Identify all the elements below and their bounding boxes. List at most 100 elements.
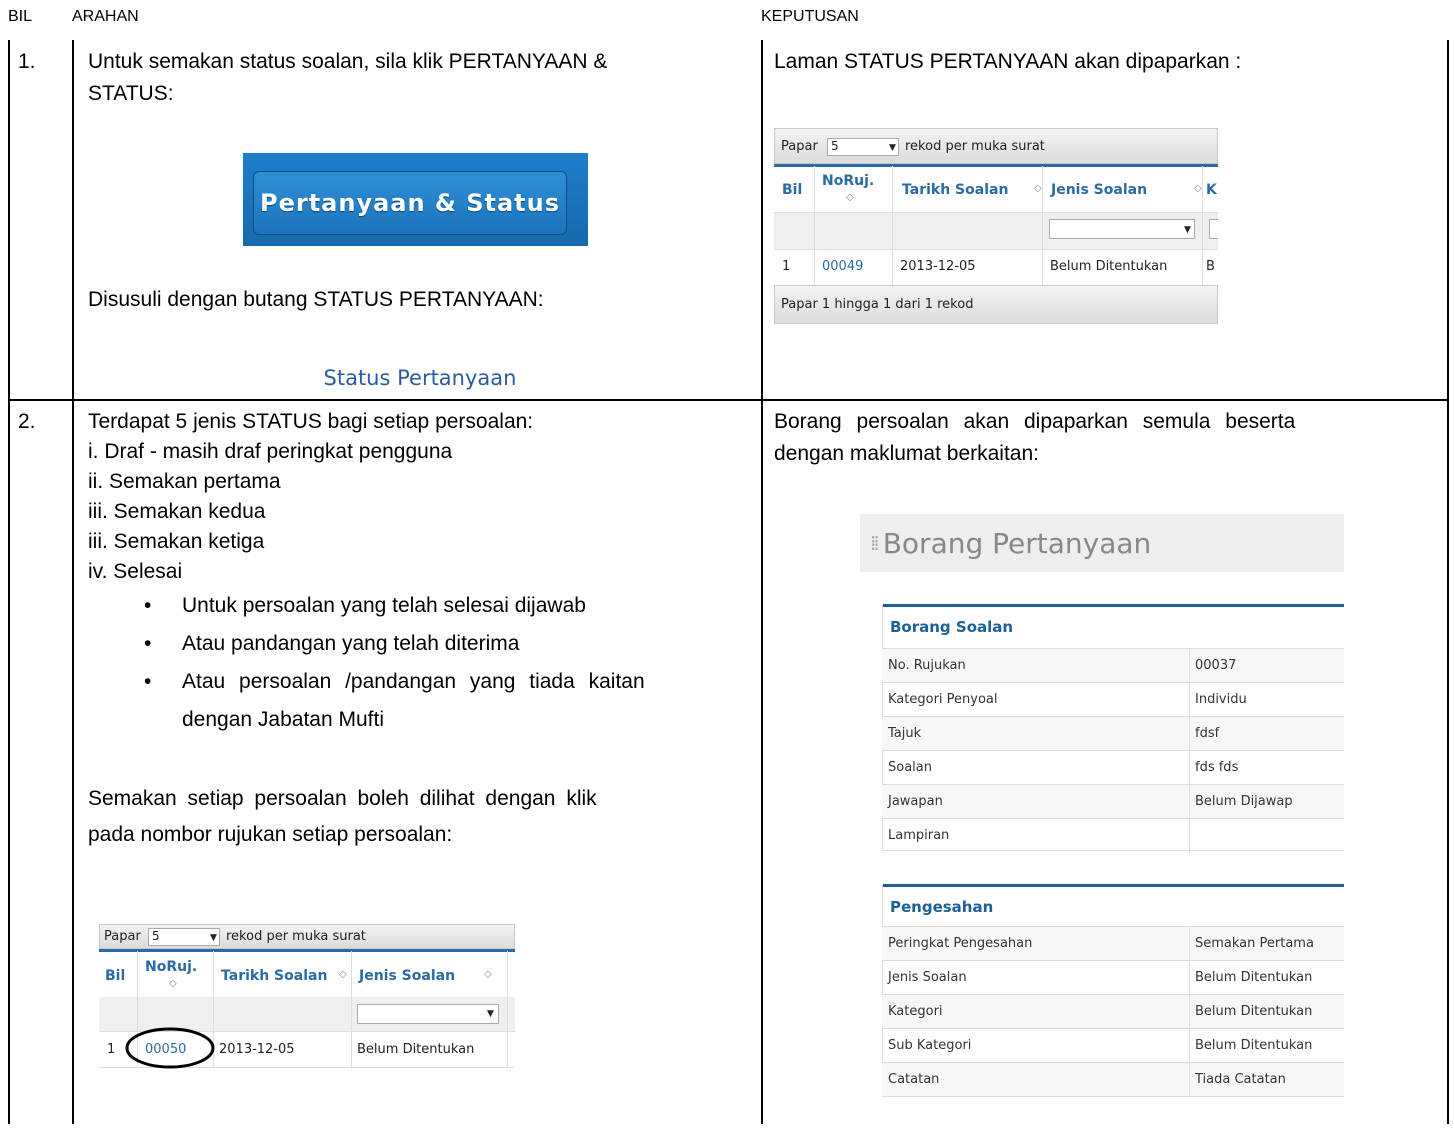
status-item: ii. Semakan pertama: [88, 470, 281, 493]
table-row: Catatan Tiada Catatan: [882, 1062, 1344, 1097]
table-row: Kategori Penyoal Individu: [882, 682, 1344, 717]
status-item: iii. Semakan ketiga: [88, 530, 265, 553]
jenis-filter-select[interactable]: [357, 1004, 499, 1024]
borang-soalan-table: Borang Soalan No. Rujukan 00037 Kategori …: [882, 604, 1344, 853]
header-arahan-cell: ARAHAN: [72, 8, 762, 40]
table-row: Sub Kategori Belum Ditentukan: [882, 1028, 1344, 1063]
row-label: Jenis Soalan: [888, 970, 967, 985]
row1-followup-text: Disusuli dengan butang STATUS PERTANYAAN…: [88, 288, 544, 311]
status-table-screenshot: Papar 5 ▼ rekod per muka surat Bil NoRuj…: [774, 128, 1218, 324]
header-keputusan-label: KEPUTUSAN: [761, 8, 859, 25]
bullet-item: Atau persoalan /pandangan yang tiada kai…: [182, 670, 645, 693]
sort-icon: ◇: [846, 192, 854, 203]
status-item: iii. Semakan kedua: [88, 500, 266, 523]
show-prefix: Papar: [104, 929, 141, 944]
table-row: Jawapan Belum Dijawap: [882, 784, 1344, 819]
table-row: Kategori Belum Ditentukan: [882, 994, 1344, 1029]
sort-icon: ◇: [484, 969, 492, 980]
cell-divider: [1189, 1029, 1190, 1063]
status-item: i. Draf - masih draf peringkat pengguna: [88, 440, 453, 463]
row-value: fds fds: [1195, 760, 1239, 775]
row2-intro: Terdapat 5 jenis STATUS bagi setiap pers…: [88, 410, 534, 433]
col-divider: [1202, 166, 1203, 285]
page-size-value: 5: [152, 929, 160, 943]
row-value: Tiada Catatan: [1195, 1072, 1286, 1087]
col-divider: [351, 951, 352, 1067]
col-jenis[interactable]: Jenis Soalan: [359, 968, 455, 984]
cell-divider: [1189, 927, 1190, 961]
row-label: Peringkat Pengesahan: [888, 936, 1033, 951]
row-label: Catatan: [888, 1072, 940, 1087]
row2-semakan-line1: Semakan setiap persoalan boleh dilihat d…: [88, 787, 597, 810]
row1-keputusan-text: Laman STATUS PERTANYAAN akan dipaparkan …: [774, 50, 1242, 73]
pengesahan-table: Pengesahan Peringkat Pengesahan Semakan P…: [882, 884, 1344, 1097]
header-arahan-label: ARAHAN: [72, 8, 139, 25]
cell-divider: [1189, 683, 1190, 717]
table-row: Lampiran: [882, 818, 1344, 853]
bullet-dot: •: [144, 632, 152, 655]
table-row: Jenis Soalan Belum Ditentukan: [882, 960, 1344, 995]
table-divider-arahan: [761, 40, 763, 1124]
cell-divider: [1189, 717, 1190, 751]
col-divider: [1042, 166, 1043, 285]
show-suffix: rekod per muka surat: [905, 139, 1045, 154]
header-bil-cell: BIL: [8, 8, 73, 40]
row-value: Belum Ditentukan: [1195, 1004, 1313, 1019]
col-divider: [507, 951, 508, 1067]
highlight-ellipse-icon: [125, 1027, 215, 1069]
chevron-down-icon: ▼: [1184, 225, 1191, 235]
noruj-link[interactable]: 00049: [822, 259, 863, 274]
row-value: 00037: [1195, 658, 1237, 673]
sort-icon: ◇: [1034, 183, 1042, 194]
status-pertanyaan-link[interactable]: Status Pertanyaan: [300, 366, 540, 390]
row2-semakan-line2: pada nombor rujukan setiap persoalan:: [88, 823, 453, 846]
header-keputusan-cell: KEPUTUSAN: [761, 8, 1448, 40]
header-rule: [99, 949, 515, 952]
col-noruj[interactable]: NoRuj.: [145, 959, 197, 975]
status-item: iv. Selesai: [88, 560, 183, 583]
borang-soalan-title: Borang Soalan: [890, 618, 1014, 636]
cell-bil: 1: [107, 1042, 116, 1057]
table-toolbar: Papar 5 ▼ rekod per muka surat: [99, 924, 515, 949]
col-divider: [892, 166, 893, 285]
pertanyaan-status-button[interactable]: Pertanyaan & Status: [253, 171, 567, 235]
row2-bil: 2.: [18, 410, 36, 433]
table-border-right: [1447, 40, 1449, 1124]
row-value: Belum Ditentukan: [1195, 1038, 1313, 1053]
cell-divider: [1189, 751, 1190, 785]
cell-divider: [1189, 785, 1190, 819]
col-jenis[interactable]: Jenis Soalan: [1051, 182, 1147, 198]
cell-divider: [1189, 1063, 1190, 1097]
table-bottom-border: [882, 1096, 1344, 1097]
section-rule: [882, 884, 1344, 887]
table-row: No. Rujukan 00037: [882, 648, 1344, 683]
borang-panel-title: ⁞⁞ Borang Pertanyaan: [860, 514, 1344, 572]
col-tarikh[interactable]: Tarikh Soalan: [221, 968, 327, 984]
chevron-down-icon: ▼: [487, 1009, 494, 1019]
col-tarikh[interactable]: Tarikh Soalan: [902, 182, 1008, 198]
row-value: Individu: [1195, 692, 1247, 707]
drag-handle-icon[interactable]: ⁞⁞: [870, 531, 880, 555]
row1-arahan-line1: Untuk semakan status soalan, sila klik P…: [88, 50, 608, 73]
row-label: Kategori Penyoal: [888, 692, 998, 707]
chevron-down-icon: ▼: [889, 143, 896, 153]
cell-jenis: Belum Ditentukan: [1050, 259, 1168, 274]
sort-icon: ◇: [339, 969, 347, 980]
cell-jenis: Belum Ditentukan: [357, 1042, 475, 1057]
cell-tarikh: 2013-12-05: [219, 1042, 295, 1057]
row1-arahan-line2: STATUS:: [88, 82, 174, 105]
k-filter-select[interactable]: [1209, 219, 1218, 239]
footer-info: Papar 1 hingga 1 dari 1 rekod: [781, 297, 974, 312]
header-bil-label: BIL: [8, 8, 33, 25]
col-noruj[interactable]: NoRuj.: [822, 173, 874, 189]
col-k[interactable]: K: [1206, 182, 1217, 198]
bullet-dot: •: [144, 594, 152, 617]
pengesahan-title: Pengesahan: [890, 898, 994, 916]
jenis-filter-select[interactable]: [1049, 219, 1195, 239]
row-label: No. Rujukan: [888, 658, 966, 673]
bullet-item: Atau pandangan yang telah diterima: [182, 632, 520, 655]
row-value: Belum Dijawap: [1195, 794, 1293, 809]
col-bil: Bil: [105, 968, 126, 984]
section-rule: [882, 604, 1344, 607]
table-row: Tajuk fdsf: [882, 716, 1344, 751]
